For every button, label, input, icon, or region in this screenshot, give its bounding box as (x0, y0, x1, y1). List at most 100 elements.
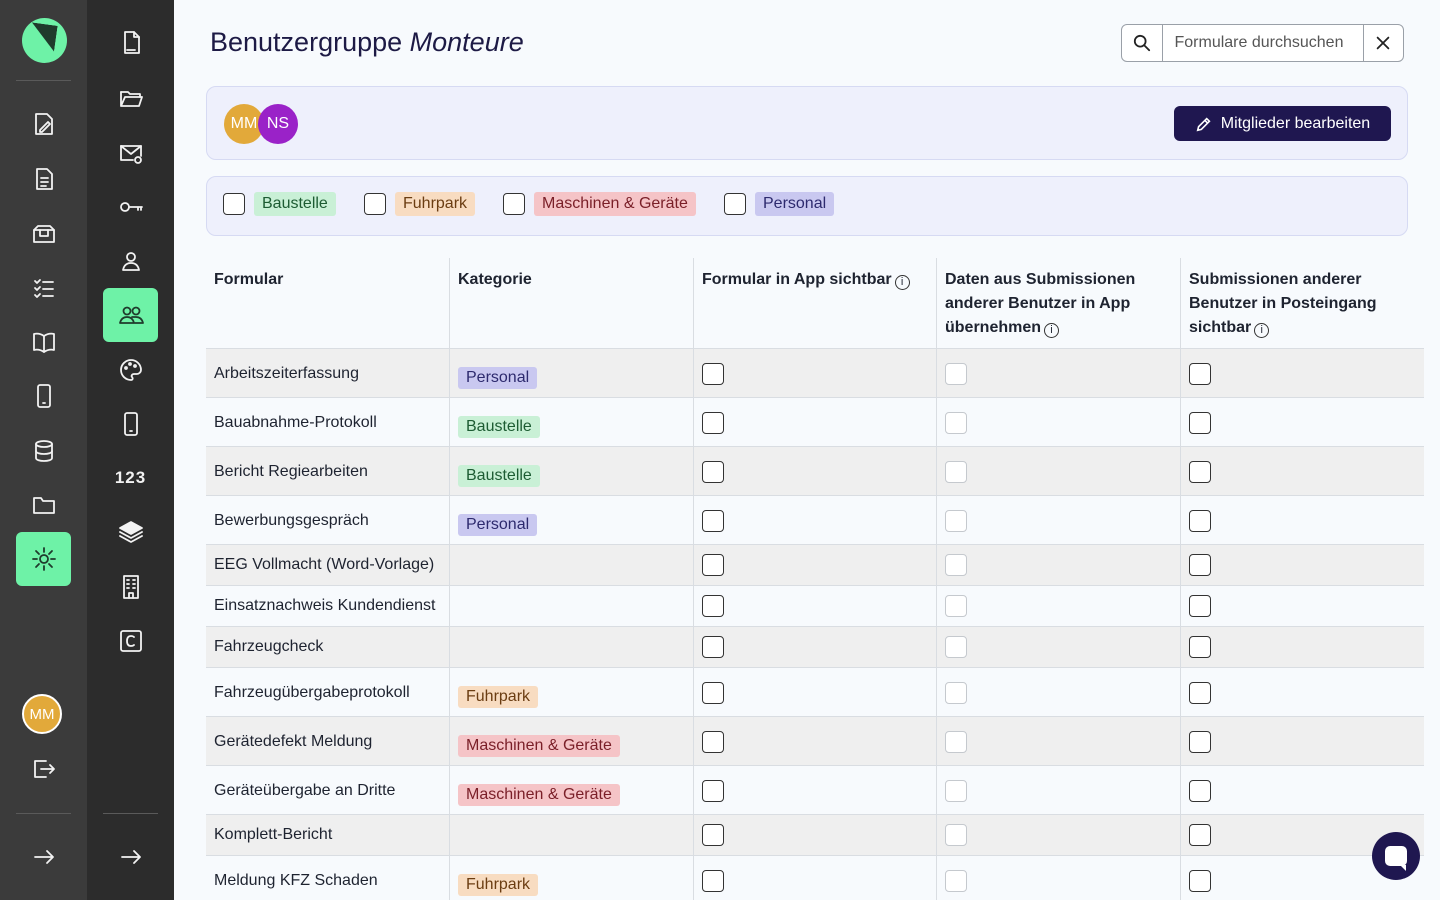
forms-permission-table: Formular Kategorie Formular in App sicht… (206, 258, 1424, 900)
user-groups-nav[interactable] (103, 288, 158, 342)
themes-nav[interactable] (103, 343, 158, 397)
take-data-checkbox[interactable] (945, 412, 967, 434)
secondary-sidebar: 123 (87, 0, 174, 900)
palette-icon (119, 359, 142, 381)
visible-in-app-checkbox[interactable] (702, 554, 724, 576)
visible-in-app-cell (694, 627, 937, 667)
take-data-cell (937, 496, 1181, 544)
filter-maschinen[interactable]: Maschinen & Geräte (503, 192, 696, 216)
take-data-checkbox[interactable] (945, 363, 967, 385)
filter-baustelle[interactable]: Baustelle (223, 192, 336, 216)
info-icon[interactable]: i (1044, 323, 1060, 338)
form-name: Meldung KFZ Schaden (206, 856, 450, 900)
visible-in-app-checkbox[interactable] (702, 780, 724, 802)
take-data-checkbox[interactable] (945, 824, 967, 846)
table-row: Geräteübergabe an Dritte Maschinen & Gerä… (206, 766, 1424, 815)
take-data-checkbox[interactable] (945, 554, 967, 576)
users-nav[interactable] (103, 234, 158, 288)
tasks-nav[interactable] (16, 261, 71, 315)
clear-search-button[interactable] (1362, 25, 1404, 61)
take-data-checkbox[interactable] (945, 595, 967, 617)
logout-nav[interactable] (16, 742, 71, 796)
category-tag: Personal (755, 192, 835, 216)
visible-in-app-checkbox[interactable] (702, 461, 724, 483)
visible-in-app-checkbox[interactable] (702, 363, 724, 385)
inbox-visible-checkbox[interactable] (1189, 731, 1211, 753)
visible-in-app-checkbox[interactable] (702, 510, 724, 532)
take-data-checkbox[interactable] (945, 461, 967, 483)
take-data-checkbox[interactable] (945, 870, 967, 892)
category-tag: Baustelle (458, 465, 540, 487)
documents-nav[interactable] (16, 152, 71, 206)
numbering-nav[interactable]: 123 (103, 451, 158, 505)
filter-checkbox[interactable] (503, 193, 525, 215)
settings-nav[interactable] (16, 532, 71, 586)
visible-in-app-checkbox[interactable] (702, 682, 724, 704)
folders-nav[interactable] (103, 71, 158, 125)
inbox-visible-checkbox[interactable] (1189, 870, 1211, 892)
visible-in-app-checkbox[interactable] (702, 731, 724, 753)
inbox-visible-checkbox[interactable] (1189, 412, 1211, 434)
inbox-visible-checkbox[interactable] (1189, 595, 1211, 617)
filter-checkbox[interactable] (724, 193, 746, 215)
c-box-icon (119, 630, 142, 652)
app-devices-nav[interactable] (103, 397, 158, 451)
search-button[interactable] (1122, 25, 1163, 61)
members-panel: MM NS Mitglieder bearbeiten (206, 86, 1408, 160)
layers-nav[interactable] (103, 505, 158, 559)
take-data-checkbox[interactable] (945, 636, 967, 658)
filter-checkbox[interactable] (223, 193, 245, 215)
pdf-templates-nav[interactable] (103, 16, 158, 70)
api-keys-nav[interactable] (103, 180, 158, 234)
files-nav[interactable] (16, 478, 71, 532)
member-avatar[interactable]: NS (258, 104, 298, 144)
email-nav[interactable] (103, 126, 158, 180)
inbox-visible-checkbox[interactable] (1189, 780, 1211, 802)
copyright-nav[interactable] (103, 614, 158, 668)
form-name: Bauabnahme-Protokoll (206, 398, 450, 446)
take-data-checkbox[interactable] (945, 780, 967, 802)
companies-nav[interactable] (103, 560, 158, 614)
category-tag: Maschinen & Geräte (534, 192, 696, 216)
edit-members-button[interactable]: Mitglieder bearbeiten (1174, 106, 1391, 141)
visible-in-app-checkbox[interactable] (702, 636, 724, 658)
take-data-checkbox[interactable] (945, 731, 967, 753)
app-logo[interactable] (22, 18, 67, 63)
database-icon (34, 440, 53, 462)
form-name: Gerätedefekt Meldung (206, 717, 450, 765)
inbox-visible-checkbox[interactable] (1189, 461, 1211, 483)
info-icon[interactable]: i (894, 275, 910, 290)
take-data-cell (937, 815, 1181, 855)
filter-personal[interactable]: Personal (724, 192, 835, 216)
visible-in-app-checkbox[interactable] (702, 595, 724, 617)
take-data-checkbox[interactable] (945, 682, 967, 704)
filter-checkbox[interactable] (364, 193, 386, 215)
expand-secondary-button[interactable] (103, 830, 158, 884)
inbox-visible-checkbox[interactable] (1189, 636, 1211, 658)
table-row: Bericht Regiearbeiten Baustelle (206, 447, 1424, 496)
chat-support-button[interactable] (1372, 832, 1420, 880)
search-input[interactable] (1162, 25, 1363, 61)
expand-sidebar-button[interactable] (16, 830, 71, 884)
inbox-visible-checkbox[interactable] (1189, 363, 1211, 385)
take-data-checkbox[interactable] (945, 510, 967, 532)
inbox-visible-checkbox[interactable] (1189, 682, 1211, 704)
visible-in-app-checkbox[interactable] (702, 870, 724, 892)
header-take-data: Daten aus Submissionen anderer Benutzer … (937, 258, 1181, 348)
visible-in-app-checkbox[interactable] (702, 824, 724, 846)
inbox-visible-checkbox[interactable] (1189, 824, 1211, 846)
inbox-visible-checkbox[interactable] (1189, 554, 1211, 576)
user-avatar[interactable]: MM (22, 694, 62, 734)
manual-nav[interactable] (16, 315, 71, 369)
devices-nav[interactable] (16, 369, 71, 423)
filter-fuhrpark[interactable]: Fuhrpark (364, 192, 476, 216)
inbox-visible-checkbox[interactable] (1189, 510, 1211, 532)
checklist-icon (33, 279, 54, 298)
title-prefix: Benutzergruppe (210, 27, 403, 57)
database-nav[interactable] (16, 424, 71, 478)
form-editor-nav[interactable] (16, 97, 71, 151)
info-icon[interactable]: i (1254, 323, 1270, 338)
inbox-nav[interactable] (16, 207, 71, 261)
visible-in-app-checkbox[interactable] (702, 412, 724, 434)
gear-icon (31, 547, 56, 571)
